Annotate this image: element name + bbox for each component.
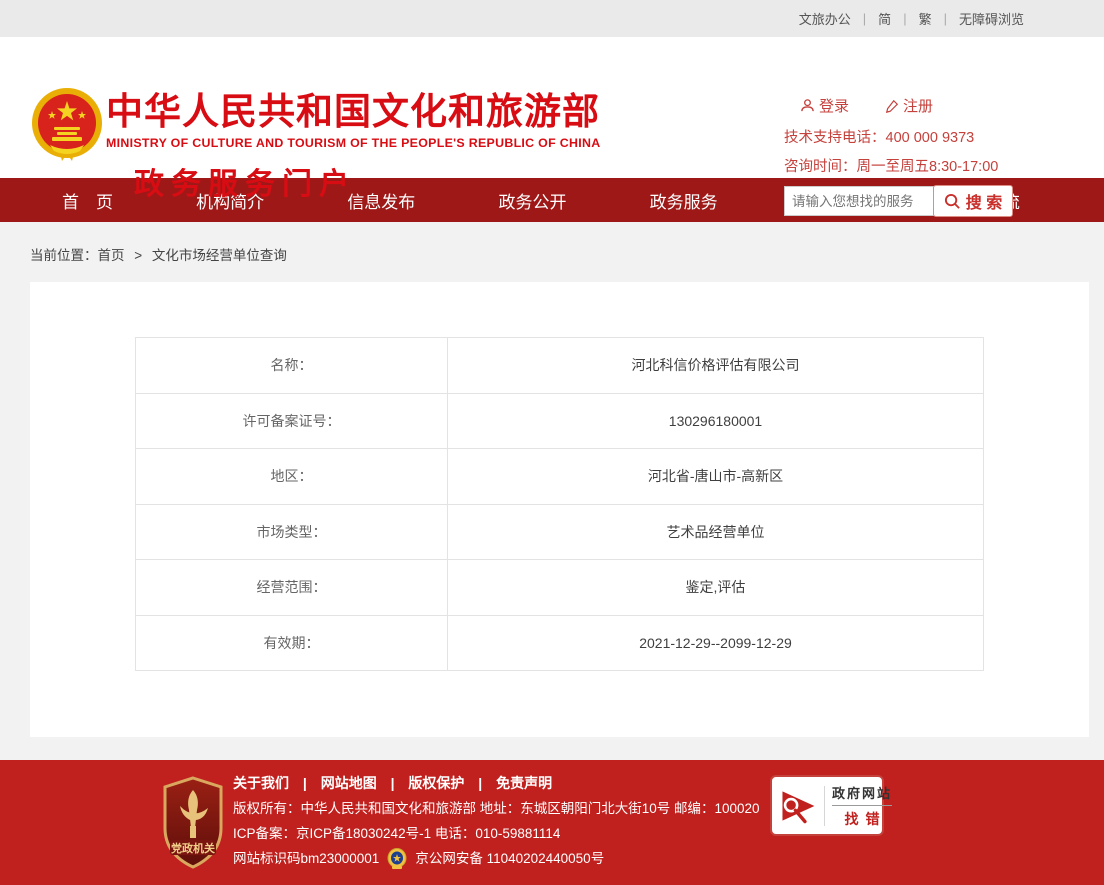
search-input[interactable] xyxy=(784,186,934,216)
breadcrumb-home-link[interactable]: 首页 xyxy=(98,248,125,263)
search-icon xyxy=(944,193,961,210)
footer-text-block: 关于我们 | 网站地图 | 版权保护 | 免责声明 版权所有：中华人民共和国文化… xyxy=(233,771,760,871)
search-button[interactable]: 搜 索 xyxy=(933,185,1013,217)
footer-link-copyright[interactable]: 版权保护 xyxy=(408,775,464,791)
badge-divider xyxy=(824,786,825,826)
topbar-link-office[interactable]: 文旅办公 xyxy=(799,9,851,28)
row-value-market-type: 艺术品经营单位 xyxy=(448,504,984,560)
topbar-separator: | xyxy=(863,11,866,26)
table-row: 名称： 河北科信价格评估有限公司 xyxy=(136,338,984,394)
row-value-name: 河北科信价格评估有限公司 xyxy=(448,338,984,394)
pen-icon xyxy=(885,99,899,113)
table-row: 有效期： 2021-12-29--2099-12-29 xyxy=(136,615,984,671)
topbar-link-simplified[interactable]: 简 xyxy=(878,9,891,28)
footer-link-sitemap[interactable]: 网站地图 xyxy=(321,775,377,791)
breadcrumb-separator: > xyxy=(134,248,142,263)
footer-link-disclaimer[interactable]: 免责声明 xyxy=(496,775,552,791)
search-button-label: 搜 索 xyxy=(966,189,1002,213)
police-badge-icon xyxy=(387,848,407,870)
row-label-market-type: 市场类型： xyxy=(136,504,448,560)
flag-magnifier-icon xyxy=(779,786,817,826)
top-utility-bar: 文旅办公 | 简 | 繁 | 无障碍浏览 xyxy=(0,0,1104,37)
table-row: 市场类型： 艺术品经营单位 xyxy=(136,504,984,560)
gov-site-error-report-badge[interactable]: 政府网站 找错 xyxy=(770,775,884,836)
topbar-separator: | xyxy=(903,11,906,26)
footer-site-code: 网站标识码bm23000001 xyxy=(233,846,379,871)
row-label-region: 地区： xyxy=(136,449,448,505)
national-emblem-logo xyxy=(30,87,104,163)
license-info-table: 名称： 河北科信价格评估有限公司 许可备案证号： 130296180001 地区… xyxy=(135,337,984,671)
row-value-region: 河北省-唐山市-高新区 xyxy=(448,449,984,505)
service-hours: 咨询时间：周一至周五8:30-17:00 xyxy=(784,155,1018,176)
badge-texts: 政府网站 找错 xyxy=(832,783,892,829)
footer-link-about[interactable]: 关于我们 xyxy=(233,775,289,791)
breadcrumb: 当前位置：首页 > 文化市场经营单位查询 xyxy=(0,222,1104,282)
row-label-name: 名称： xyxy=(136,338,448,394)
row-value-business-scope: 鉴定,评估 xyxy=(448,560,984,616)
breadcrumb-current: 文化市场经营单位查询 xyxy=(152,248,287,263)
badge-line1: 政府网站 xyxy=(832,783,892,802)
register-label: 注册 xyxy=(903,95,933,116)
site-title-block: 中华人民共和国文化和旅游部 MINISTRY OF CULTURE AND TO… xyxy=(106,93,600,203)
register-link[interactable]: 注册 xyxy=(885,95,933,116)
row-label-license-no: 许可备案证号： xyxy=(136,393,448,449)
user-icon xyxy=(800,98,815,113)
content-panel: 名称： 河北科信价格评估有限公司 许可备案证号： 130296180001 地区… xyxy=(30,282,1089,737)
footer-icp-line: ICP备案：京ICP备18030242号-1 电话：010-59881114 xyxy=(233,821,760,846)
row-value-license-no: 130296180001 xyxy=(448,393,984,449)
badge-line2: 找错 xyxy=(838,809,887,829)
site-footer: 党政机关 关于我们 | 网站地图 | 版权保护 | 免责声明 版权所有：中华人民… xyxy=(0,760,1104,885)
topbar-separator: | xyxy=(944,11,947,26)
table-row: 许可备案证号： 130296180001 xyxy=(136,393,984,449)
header-right-panel: 登录 注册 技术支持电话：400 000 9373 咨询时间：周一至周五8:30… xyxy=(784,95,1018,217)
table-row: 经营范围： 鉴定,评估 xyxy=(136,560,984,616)
footer-separator: | xyxy=(391,775,395,791)
topbar-link-accessibility[interactable]: 无障碍浏览 xyxy=(959,9,1024,28)
row-value-validity: 2021-12-29--2099-12-29 xyxy=(448,615,984,671)
police-filing-link[interactable]: 京公网安备 11040202440050号 xyxy=(415,846,604,871)
topbar-link-traditional[interactable]: 繁 xyxy=(919,9,932,28)
portal-title: 政务服务门户 xyxy=(134,159,600,203)
footer-separator: | xyxy=(478,775,482,791)
site-subtitle-english: MINISTRY OF CULTURE AND TOURISM OF THE P… xyxy=(106,136,600,150)
support-phone: 技术支持电话：400 000 9373 xyxy=(784,126,1018,147)
login-link[interactable]: 登录 xyxy=(800,95,849,116)
site-header: 中华人民共和国文化和旅游部 MINISTRY OF CULTURE AND TO… xyxy=(0,37,1104,178)
party-gov-badge-icon: 党政机关 xyxy=(160,776,226,869)
row-label-business-scope: 经营范围： xyxy=(136,560,448,616)
breadcrumb-prefix: 当前位置： xyxy=(30,248,98,263)
footer-copyright-line: 版权所有：中华人民共和国文化和旅游部 地址：东城区朝阳门北大街10号 邮编：10… xyxy=(233,796,760,821)
table-row: 地区： 河北省-唐山市-高新区 xyxy=(136,449,984,505)
party-gov-badge-label: 党政机关 xyxy=(171,841,215,855)
footer-links: 关于我们 | 网站地图 | 版权保护 | 免责声明 xyxy=(233,771,760,796)
site-title: 中华人民共和国文化和旅游部 xyxy=(106,93,600,132)
badge-rule xyxy=(832,805,892,806)
footer-separator: | xyxy=(303,775,307,791)
nav-item-gov-service[interactable]: 政务服务 xyxy=(650,188,718,213)
login-label: 登录 xyxy=(819,95,849,116)
row-label-validity: 有效期： xyxy=(136,615,448,671)
